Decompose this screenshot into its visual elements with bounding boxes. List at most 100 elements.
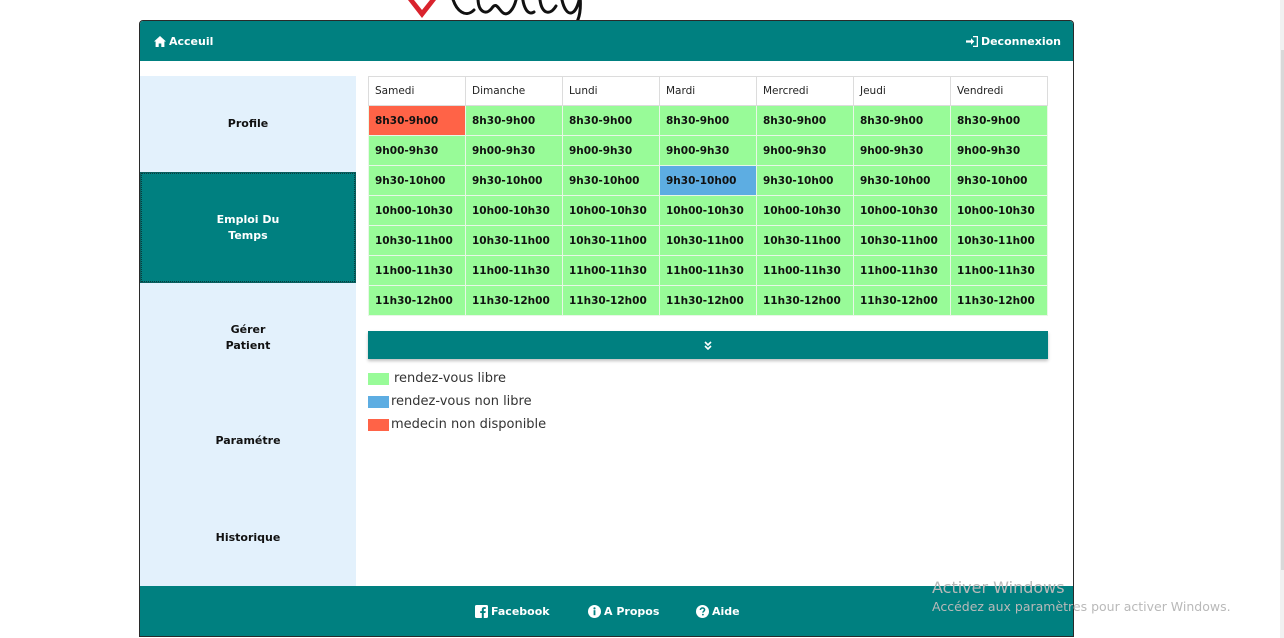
time-slot-cell-free[interactable]: 8h30-9h00: [659, 105, 757, 136]
time-slot-cell-free[interactable]: 10h30-11h00: [950, 225, 1048, 256]
time-slot-cell-booked[interactable]: 9h30-10h00: [659, 165, 757, 196]
schedule-row: 10h00-10h30 10h00-10h30 10h00-10h30 10h00-1…: [368, 195, 1048, 226]
facebook-icon: [475, 604, 488, 618]
day-header: Dimanche: [465, 76, 563, 106]
legend-item: medecin non disponible: [368, 413, 546, 436]
legend-label: rendez-vous libre: [394, 371, 507, 386]
time-slot-cell-free[interactable]: 9h00-9h30: [853, 135, 951, 166]
time-slot-cell-free[interactable]: 9h00-9h30: [465, 135, 563, 166]
schedule-row: 10h30-11h00 10h30-11h00 10h30-11h00 10h30-1…: [368, 225, 1048, 256]
day-header: Vendredi: [950, 76, 1048, 106]
sidebar-item-label: Profile: [227, 117, 269, 130]
time-slot-cell-free[interactable]: 10h30-11h00: [853, 225, 951, 256]
sidebar-item-profile[interactable]: Profile: [140, 76, 356, 172]
expand-button[interactable]: [368, 331, 1048, 359]
time-slot-cell-free[interactable]: 10h00-10h30: [950, 195, 1048, 226]
sidebar-item-manage-patient[interactable]: Gérer Patient: [140, 283, 356, 393]
logout-link[interactable]: Deconnexion: [965, 21, 1061, 61]
watermark-title: Activer Windows: [932, 578, 1065, 597]
watermark-subtitle: Accédez aux paramètres pour activer Wind…: [932, 599, 1231, 614]
help-link-label: Aide: [712, 604, 740, 618]
time-slot-cell-free[interactable]: 8h30-9h00: [562, 105, 660, 136]
time-slot-cell-free[interactable]: 10h30-11h00: [368, 225, 466, 256]
sidebar-item-settings[interactable]: Paramétre: [140, 393, 356, 489]
question-circle-icon: [696, 604, 709, 618]
home-link[interactable]: Acceuil: [154, 21, 213, 61]
time-slot-cell-free[interactable]: 11h00-11h30: [562, 255, 660, 286]
time-slot-cell-free[interactable]: 10h00-10h30: [562, 195, 660, 226]
time-slot-cell-free[interactable]: 9h30-10h00: [465, 165, 563, 196]
time-slot-cell-free[interactable]: 9h30-10h00: [950, 165, 1048, 196]
windows-activation-watermark: Activer Windows Accédez aux paramètres p…: [932, 578, 1231, 616]
time-slot-cell-free[interactable]: 11h30-12h00: [368, 285, 466, 316]
home-icon: [154, 35, 166, 47]
time-slot-cell-free[interactable]: 10h30-11h00: [756, 225, 854, 256]
time-slot-cell-free[interactable]: 9h30-10h00: [756, 165, 854, 196]
time-slot-cell-free[interactable]: 9h00-9h30: [368, 135, 466, 166]
legend-label: rendez-vous non libre: [391, 394, 532, 409]
day-header: Samedi: [368, 76, 466, 106]
app-frame: Acceuil Deconnexion Profile Emploi Du Te…: [139, 20, 1074, 637]
time-slot-cell-free[interactable]: 8h30-9h00: [756, 105, 854, 136]
time-slot-cell-free[interactable]: 10h00-10h30: [368, 195, 466, 226]
time-slot-cell-free[interactable]: 11h30-12h00: [756, 285, 854, 316]
schedule-row: 8h30-9h00 8h30-9h00 8h30-9h00 8h30-9h00 8h30…: [368, 105, 1048, 136]
info-circle-icon: [588, 604, 601, 618]
time-slot-cell-free[interactable]: 10h30-11h00: [562, 225, 660, 256]
time-slot-cell-free[interactable]: 11h00-11h30: [368, 255, 466, 286]
time-slot-cell-free[interactable]: 11h30-12h00: [562, 285, 660, 316]
legend: rendez-vous libre rendez-vous non libre …: [368, 367, 546, 436]
help-link[interactable]: Aide: [696, 586, 740, 636]
time-slot-cell-free[interactable]: 10h00-10h30: [853, 195, 951, 226]
time-slot-cell-unavailable[interactable]: 8h30-9h00: [368, 105, 466, 136]
schedule-row: 11h30-12h00 11h30-12h00 11h30-12h00 11h30-1…: [368, 285, 1048, 316]
sidebar-item-schedule[interactable]: Emploi Du Temps: [140, 172, 356, 283]
legend-swatch-booked: [368, 395, 389, 408]
legend-swatch-unavailable: [368, 418, 389, 431]
time-slot-cell-free[interactable]: 9h30-10h00: [562, 165, 660, 196]
time-slot-cell-free[interactable]: 9h30-10h00: [853, 165, 951, 196]
time-slot-cell-free[interactable]: 9h00-9h30: [659, 135, 757, 166]
schedule-row: 9h30-10h00 9h30-10h00 9h30-10h00 9h30-10h00…: [368, 165, 1048, 196]
time-slot-cell-free[interactable]: 8h30-9h00: [853, 105, 951, 136]
schedule-row: 9h00-9h30 9h00-9h30 9h00-9h30 9h00-9h30 9h00…: [368, 135, 1048, 166]
time-slot-cell-free[interactable]: 9h00-9h30: [756, 135, 854, 166]
time-slot-cell-free[interactable]: 8h30-9h00: [465, 105, 563, 136]
time-slot-cell-free[interactable]: 11h00-11h30: [465, 255, 563, 286]
about-link-label: A Propos: [604, 604, 660, 618]
time-slot-cell-free[interactable]: 10h00-10h30: [756, 195, 854, 226]
time-slot-cell-free[interactable]: 11h00-11h30: [756, 255, 854, 286]
time-slot-cell-free[interactable]: 9h00-9h30: [950, 135, 1048, 166]
sidebar-item-label-line2: Temps: [228, 228, 268, 242]
time-slot-cell-free[interactable]: 11h00-11h30: [950, 255, 1048, 286]
home-link-label: Acceuil: [169, 34, 214, 48]
time-slot-cell-free[interactable]: 11h30-12h00: [659, 285, 757, 316]
time-slot-cell-free[interactable]: 11h30-12h00: [950, 285, 1048, 316]
top-navbar: Acceuil Deconnexion: [140, 21, 1073, 61]
site-logo: [404, 0, 594, 20]
legend-item: rendez-vous non libre: [368, 390, 546, 413]
time-slot-cell-free[interactable]: 11h30-12h00: [853, 285, 951, 316]
day-header: Jeudi: [853, 76, 951, 106]
logout-link-label: Deconnexion: [980, 34, 1061, 48]
time-slot-cell-free[interactable]: 11h00-11h30: [853, 255, 951, 286]
time-slot-cell-free[interactable]: 10h00-10h30: [659, 195, 757, 226]
facebook-link[interactable]: Facebook: [475, 586, 550, 636]
facebook-link-label: Facebook: [491, 604, 550, 618]
time-slot-cell-free[interactable]: 10h00-10h30: [465, 195, 563, 226]
page-scrollbar[interactable]: [1280, 0, 1284, 638]
day-header: Lundi: [562, 76, 660, 106]
time-slot-cell-free[interactable]: 11h00-11h30: [659, 255, 757, 286]
about-link[interactable]: A Propos: [588, 586, 659, 636]
time-slot-cell-free[interactable]: 11h30-12h00: [465, 285, 563, 316]
sign-out-icon: [965, 35, 978, 47]
sidebar: Profile Emploi Du Temps Gérer Patient Pa…: [140, 76, 356, 586]
time-slot-cell-free[interactable]: 9h30-10h00: [368, 165, 466, 196]
sidebar-item-label-line2: Patient: [225, 339, 271, 352]
sidebar-item-label-line1: Emploi Du: [216, 212, 280, 226]
time-slot-cell-free[interactable]: 8h30-9h00: [950, 105, 1048, 136]
time-slot-cell-free[interactable]: 9h00-9h30: [562, 135, 660, 166]
sidebar-item-history[interactable]: Historique: [140, 489, 356, 586]
time-slot-cell-free[interactable]: 10h30-11h00: [465, 225, 563, 256]
time-slot-cell-free[interactable]: 10h30-11h00: [659, 225, 757, 256]
